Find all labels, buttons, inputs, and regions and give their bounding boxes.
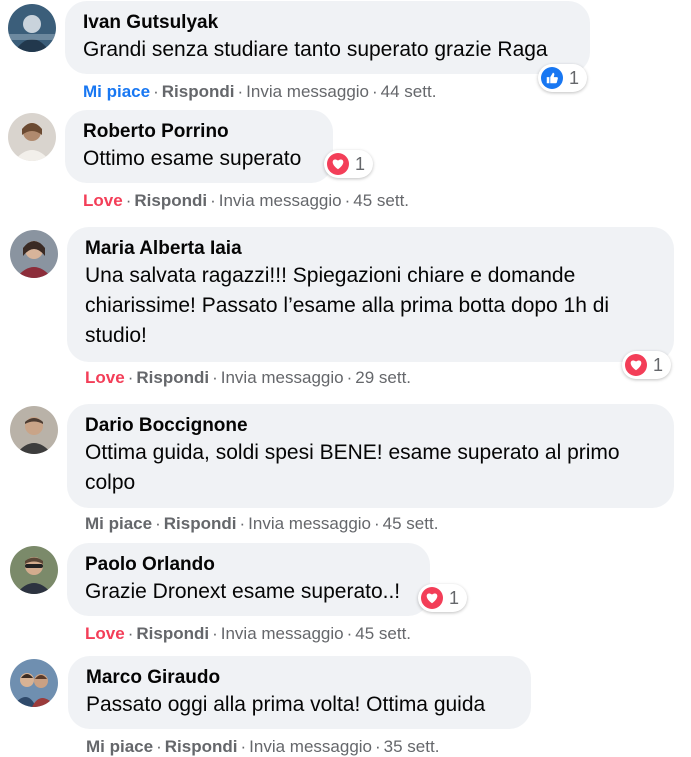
comment-actions: Love · Rispondi · Invia messaggio · 29 sett. [85, 368, 411, 388]
separator: · [240, 737, 247, 756]
timestamp[interactable]: 45 sett. [383, 514, 439, 533]
reply-button[interactable]: Rispondi [165, 737, 238, 756]
comment-author[interactable]: Paolo Orlando [85, 553, 412, 577]
avatar[interactable] [10, 659, 58, 707]
timestamp[interactable]: 44 sett. [381, 82, 437, 101]
reply-button[interactable]: Rispondi [136, 368, 209, 387]
comment-author[interactable]: Ivan Gutsulyak [83, 11, 572, 35]
reaction-count: 1 [355, 153, 366, 174]
love-button[interactable]: Love [85, 368, 125, 387]
avatar-image [8, 4, 56, 52]
comment-author[interactable]: Roberto Porrino [83, 120, 315, 144]
separator: · [239, 514, 246, 533]
separator: · [127, 624, 134, 643]
comment-bubble: Maria Alberta Iaia Una salvata ragazzi!!… [67, 227, 674, 362]
send-message-link[interactable]: Invia messaggio [221, 368, 344, 387]
reaction-summary[interactable]: 1 [622, 351, 672, 379]
reply-button[interactable]: Rispondi [162, 82, 235, 101]
like-button[interactable]: Mi piace [83, 82, 150, 101]
avatar[interactable] [8, 4, 56, 52]
separator: · [372, 82, 378, 101]
separator: · [212, 368, 218, 387]
heart-icon [625, 354, 647, 376]
timestamp[interactable]: 45 sett. [355, 624, 411, 643]
comment-bubble: Marco Giraudo Passato oggi alla prima vo… [68, 656, 531, 729]
comment-bubble: Roberto Porrino Ottimo esame superato [65, 110, 333, 183]
avatar[interactable] [10, 546, 58, 594]
avatar[interactable] [10, 406, 58, 454]
send-message-link[interactable]: Invia messaggio [248, 514, 371, 533]
comment-text: Passato oggi alla prima volta! Ottima gu… [86, 693, 486, 716]
comment-author[interactable]: Maria Alberta Iaia [85, 237, 656, 261]
separator: · [155, 514, 161, 533]
separator: · [237, 82, 244, 101]
reaction-count: 1 [653, 354, 664, 375]
heart-icon [421, 587, 443, 609]
comment-bubble: Ivan Gutsulyak Grandi senza studiare tan… [65, 1, 590, 74]
reply-button[interactable]: Rispondi [164, 514, 237, 533]
avatar[interactable] [8, 113, 56, 161]
timestamp[interactable]: 35 sett. [384, 737, 440, 756]
send-message-link[interactable]: Invia messaggio [219, 191, 342, 210]
separator: · [127, 368, 134, 387]
heart-icon [327, 153, 349, 175]
comment-actions: Mi piace · Rispondi · Invia messaggio · 44 set… [83, 82, 436, 102]
separator: · [212, 624, 218, 643]
love-button[interactable]: Love [83, 191, 123, 210]
comment-author[interactable]: Marco Giraudo [86, 666, 513, 690]
like-button[interactable]: Mi piace [85, 514, 152, 533]
separator: · [153, 82, 159, 101]
avatar[interactable] [10, 230, 58, 278]
avatar-image [10, 659, 58, 707]
avatar-image [10, 230, 58, 278]
send-message-link[interactable]: Invia messaggio [249, 737, 372, 756]
avatar-image [10, 546, 58, 594]
like-icon [541, 67, 563, 89]
comment-text: Una salvata ragazzi!!! Spiegazioni chiar… [85, 264, 610, 347]
comment-text: Grandi senza studiare tanto superato gra… [83, 38, 548, 61]
comment-actions: Love · Rispondi · Invia messaggio · 45 sett. [85, 624, 411, 644]
comment-text: Ottimo esame superato [83, 147, 302, 170]
reply-button[interactable]: Rispondi [136, 624, 209, 643]
comment-author[interactable]: Dario Boccignone [85, 414, 656, 438]
separator: · [346, 368, 353, 387]
separator: · [346, 624, 353, 643]
comment-bubble: Paolo Orlando Grazie Dronext esame super… [67, 543, 430, 616]
separator: · [156, 737, 162, 756]
comment-actions: Mi piace · Rispondi · Invia messaggio · 35 set… [86, 737, 439, 757]
reaction-count: 1 [449, 587, 460, 608]
separator: · [374, 514, 380, 533]
comment-actions: Love · Rispondi · Invia messaggio · 45 sett. [83, 191, 409, 211]
separator: · [344, 191, 351, 210]
reaction-summary[interactable]: 1 [418, 584, 468, 612]
comment-bubble: Dario Boccignone Ottima guida, soldi spe… [67, 404, 674, 508]
reaction-summary[interactable]: 1 [538, 64, 588, 92]
separator: · [125, 191, 132, 210]
love-button[interactable]: Love [85, 624, 125, 643]
timestamp[interactable]: 45 sett. [353, 191, 409, 210]
separator: · [375, 737, 381, 756]
separator: · [210, 191, 216, 210]
send-message-link[interactable]: Invia messaggio [246, 82, 369, 101]
avatar-image [10, 406, 58, 454]
send-message-link[interactable]: Invia messaggio [221, 624, 344, 643]
timestamp[interactable]: 29 sett. [355, 368, 411, 387]
comment-text: Ottima guida, soldi spesi BENE! esame su… [85, 441, 620, 494]
reaction-count: 1 [569, 67, 580, 88]
avatar-image [8, 113, 56, 161]
comment-text: Grazie Dronext esame superato..! [85, 580, 401, 603]
like-button[interactable]: Mi piace [86, 737, 153, 756]
reply-button[interactable]: Rispondi [134, 191, 207, 210]
comment-actions: Mi piace · Rispondi · Invia messaggio · 45 set… [85, 514, 438, 534]
reaction-summary[interactable]: 1 [324, 150, 374, 178]
